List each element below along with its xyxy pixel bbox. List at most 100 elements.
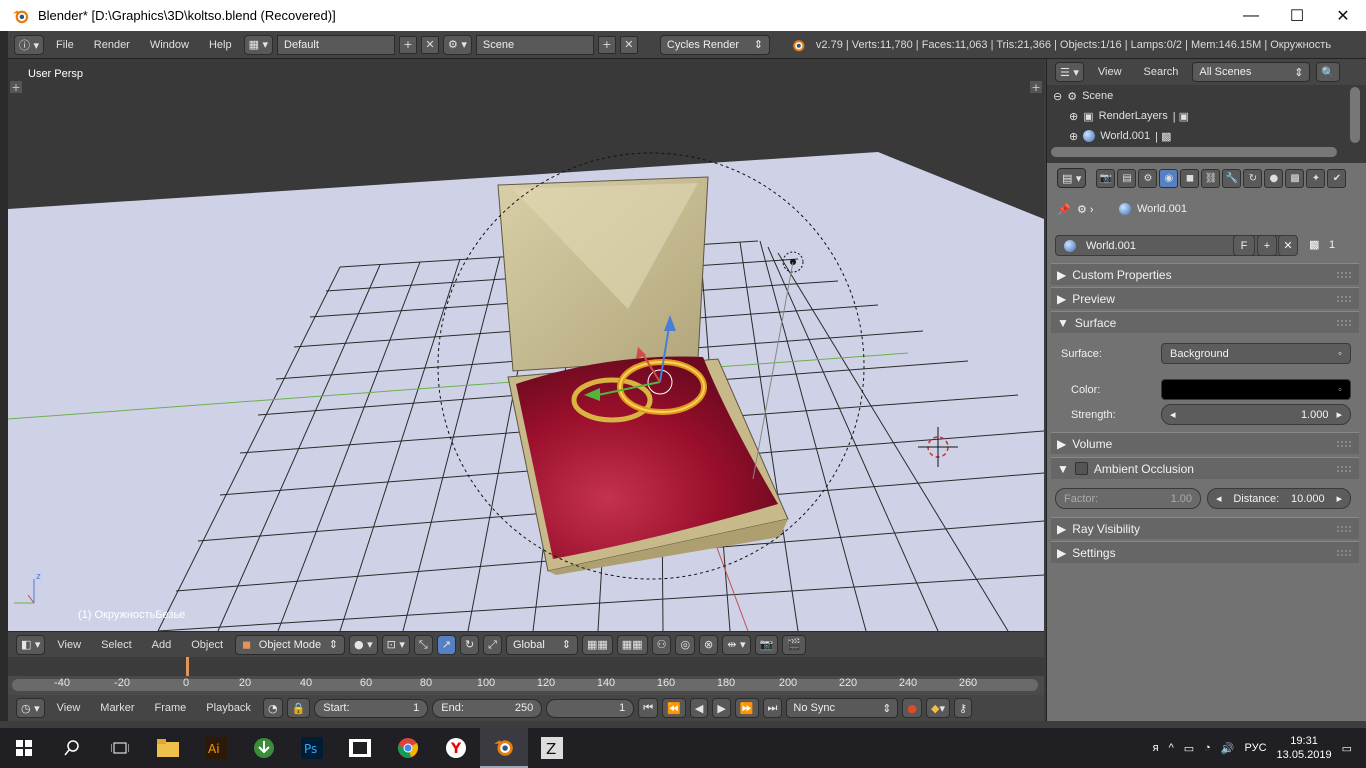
zbrush-icon[interactable]: Z [528,728,576,768]
tool-shelf-expand-icon[interactable]: + [10,81,22,94]
particles-tab-icon[interactable]: ✦ [1306,168,1326,188]
pin-icon[interactable]: 📌 [1057,203,1071,216]
editor-type-timeline-button[interactable]: ◷ ▾ [16,698,45,718]
viewport-shading-button[interactable]: ● ▾ [349,634,378,655]
ambient-occlusion-checkbox[interactable] [1074,462,1088,475]
file-explorer-icon[interactable] [144,728,192,768]
download-manager-icon[interactable] [240,728,288,768]
menu-add[interactable]: Add [144,639,180,651]
snap-element-icon[interactable]: ⇹ ▾ [722,634,751,655]
current-frame-indicator[interactable] [186,657,189,676]
render-preview-icon[interactable]: ◎ [675,634,696,655]
unlink-world-button[interactable]: ✕ [1278,235,1298,256]
panel-volume[interactable]: ▶ Volume [1051,432,1359,454]
lock-icon[interactable]: 🔒 [286,698,311,718]
people-icon[interactable]: ᴙ [1153,742,1159,754]
menu-view[interactable]: View [1090,66,1130,78]
strength-field[interactable]: ◂ 1.000 ▸ [1161,404,1351,425]
play-icon[interactable]: ▶ [712,698,731,718]
play-reverse-icon[interactable]: ◀ [689,698,709,718]
opengl-render-icon[interactable]: 📷 [754,634,779,655]
ao-factor-field[interactable]: Factor: 1.00 [1055,488,1201,509]
keying-set-icon[interactable]: ◆ ▾ [926,698,951,718]
render-layers-tab-icon[interactable]: ▤ [1117,168,1137,188]
menu-file[interactable]: File [48,39,82,51]
menu-object[interactable]: Object [183,639,231,651]
editor-type-outliner-button[interactable]: ☰ ▾ [1055,62,1084,82]
transform-orientation-select[interactable]: Global ⇕ [505,634,578,655]
show-hidden-icons-icon[interactable]: ^ [1169,742,1174,754]
menu-help[interactable]: Help [201,39,240,51]
wifi-icon[interactable]: ◔ [1204,742,1211,754]
search-icon[interactable]: 🔍 [1316,62,1341,82]
sync-mode-select[interactable]: No Sync ⇕ [786,698,899,718]
menu-frame[interactable]: Frame [147,702,195,714]
editor-type-properties-button[interactable]: ▤ ▾ [1057,168,1087,188]
physics-tab-icon[interactable]: ✔ [1327,168,1347,188]
remove-scene-button[interactable]: ✕ [619,35,638,54]
opengl-animation-icon[interactable]: 🎬 [782,634,806,655]
mode-select[interactable]: ◼ Object Mode ⇕ [235,634,346,655]
maximize-button[interactable]: ☐ [1274,0,1320,31]
timeline[interactable]: -40 -20 0 20 40 60 80 100 120 140 160 18… [8,657,1044,695]
scene-tab-icon[interactable]: ⚙ [1138,168,1158,188]
collapse-icon[interactable]: ⊖ [1053,90,1062,103]
panel-settings[interactable]: ▶ Settings [1051,541,1359,563]
panel-ambient-occlusion[interactable]: ▼ Ambient Occlusion [1051,457,1359,479]
menu-playback[interactable]: Playback [198,702,259,714]
decrement-icon[interactable]: ◂ [1170,408,1176,421]
rotate-manipulator-icon[interactable]: ↻ [459,634,480,655]
expand-icon[interactable]: ⊕ [1069,130,1078,143]
menu-view[interactable]: View [49,702,89,714]
start-button[interactable] [0,728,48,768]
panel-preview[interactable]: ▶ Preview [1051,287,1359,309]
record-icon[interactable]: ● [902,698,923,718]
outliner-vscrollbar[interactable] [1350,87,1360,143]
background-color-swatch[interactable]: ◦ [1161,379,1351,400]
photoshop-icon[interactable]: Ps [288,728,336,768]
timeline-track[interactable] [8,657,1044,676]
jump-start-icon[interactable]: ⏮ [638,698,659,718]
snap-toggle-icon[interactable]: ⊗ [699,634,719,655]
preview-range-icon[interactable]: ◔ [262,698,283,718]
language-indicator[interactable]: РУС [1245,742,1267,754]
search-icon[interactable] [48,728,96,768]
outliner-hscrollbar[interactable] [1051,147,1337,157]
menu-window[interactable]: Window [142,39,197,51]
jump-keyframe-forward-icon[interactable]: ⏩ [734,698,759,718]
start-frame-field[interactable]: Start: 1 [314,698,429,718]
fake-user-button[interactable]: F [1233,235,1255,256]
display-mode-select[interactable]: All Scenes ⇕ [1192,62,1311,82]
increment-icon[interactable]: ▸ [1336,492,1342,505]
material-tab-icon[interactable]: ● [1264,168,1284,188]
editor-type-3d-view-button[interactable]: ◧ ▾ [16,634,46,655]
new-world-button[interactable]: + [1257,235,1277,256]
yandex-browser-icon[interactable]: Y [432,728,480,768]
end-frame-field[interactable]: End: 250 [432,698,543,718]
volume-icon[interactable]: 🔊 [1221,742,1235,755]
ao-distance-field[interactable]: ◂ Distance: 10.000 ▸ [1207,488,1351,509]
constraints-tab-icon[interactable]: ⛓ [1201,168,1221,188]
pivot-point-button[interactable]: ⊡ ▾ [381,634,410,655]
task-view-icon[interactable] [96,728,144,768]
render-tab-icon[interactable]: 📷 [1096,168,1116,188]
timeline-scrollbar[interactable] [12,679,1038,691]
increment-icon[interactable]: ▸ [1336,408,1342,421]
current-frame-field[interactable]: 1 [546,698,635,718]
screen-layout-field[interactable]: Default [277,34,396,55]
editor-type-info-button[interactable]: ⓘ ▾ [14,34,45,55]
panel-custom-properties[interactable]: ▶ Custom Properties [1051,263,1359,285]
lock-layers-icon[interactable]: ⚇ [651,634,672,655]
scene-field[interactable]: Scene [475,34,594,55]
world-tab-icon[interactable]: ◉ [1159,168,1179,188]
manipulator-toggle-icon[interactable]: ⤡ [413,634,433,655]
modifiers-tab-icon[interactable]: 🔧 [1222,168,1242,188]
minimize-button[interactable]: — [1228,0,1274,31]
3d-viewport[interactable]: z User Persp (1) ОкружностьБезье + + [8,59,1044,631]
outliner-item-renderlayers[interactable]: ⊕ ▣ RenderLayers | ▣ [1069,106,1189,126]
blender-taskbar-icon[interactable] [480,728,528,768]
object-tab-icon[interactable]: ◼ [1180,168,1200,188]
outliner-item-scene[interactable]: ⊖ ⚙ Scene [1053,86,1113,106]
texture-tab-icon[interactable]: ▩ [1285,168,1305,188]
jump-end-icon[interactable]: ⏭ [762,698,783,718]
